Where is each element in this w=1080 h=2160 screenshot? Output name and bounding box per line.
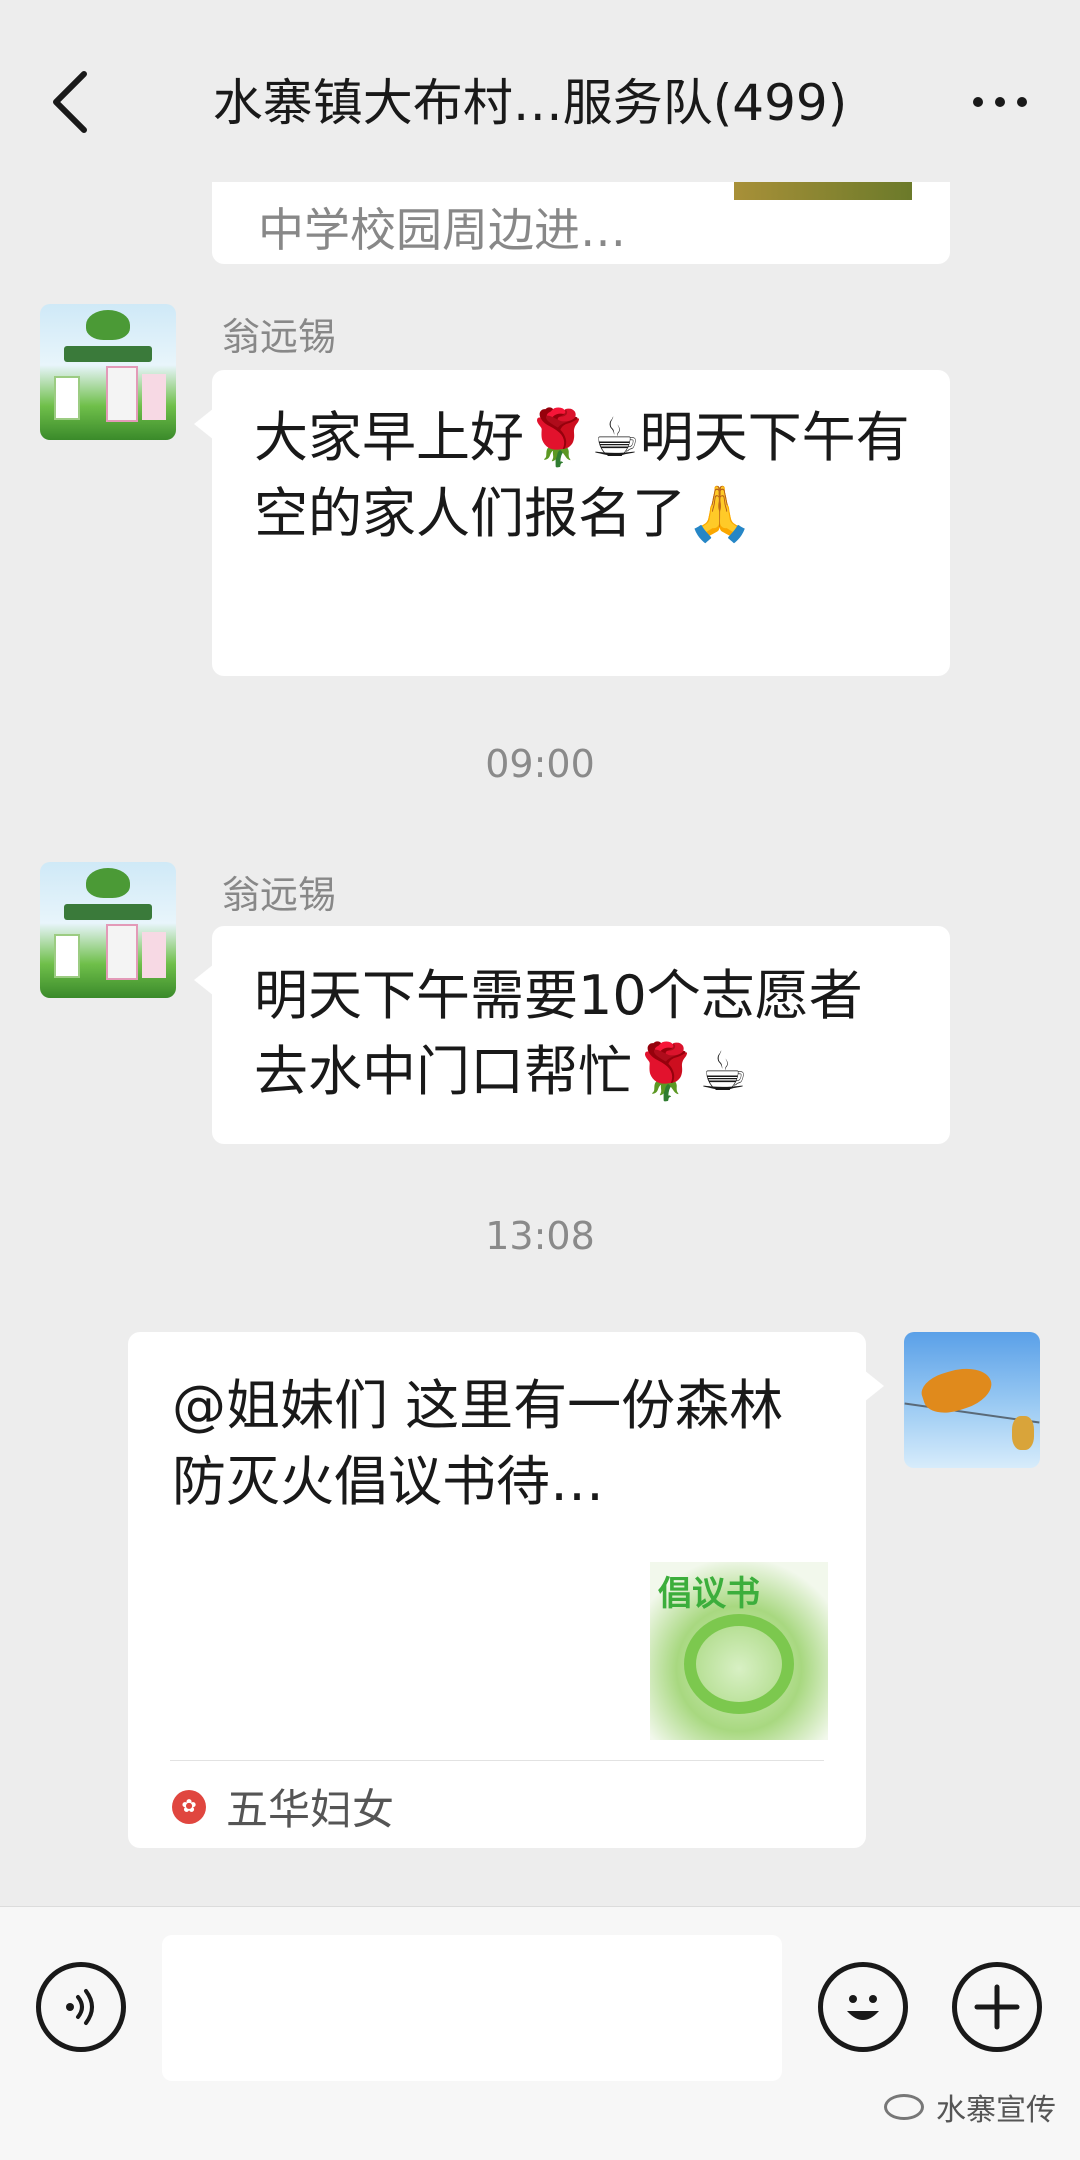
timestamp: 13:08 (485, 1214, 595, 1258)
partial-link-card[interactable]: 中学校园周边进… (212, 182, 950, 264)
emoji-icon (847, 1995, 879, 2020)
voice-button[interactable] (36, 1962, 126, 2052)
source-name: 五华妇女 (226, 1785, 395, 1834)
link-card-source: ✿ 五华妇女 (172, 1776, 394, 1837)
avatar[interactable] (40, 862, 176, 998)
add-button[interactable] (952, 1962, 1042, 2052)
back-button[interactable] (40, 64, 100, 140)
plus-icon (974, 1984, 1020, 2030)
header-bar: 水寨镇大布村…服务队(499) (0, 12, 1080, 182)
partial-card-thumb (734, 182, 912, 200)
more-dots-icon (973, 97, 983, 107)
message-list[interactable]: 中学校园周边进… 翁远锡 大家早上好🌹☕明天下午有空的家人们报名了🙏 09:00… (0, 182, 1080, 1906)
message-input[interactable] (162, 1935, 782, 2081)
timestamp: 09:00 (485, 742, 595, 786)
message-bubble[interactable]: 大家早上好🌹☕明天下午有空的家人们报名了🙏 (194, 370, 950, 676)
partial-card-text: 中学校园周边进… (258, 203, 626, 257)
message-text: 大家早上好🌹☕明天下午有空的家人们报名了🙏 (254, 406, 910, 545)
link-card-title: @姐妹们 这里有一份森林防灭火倡议书待… (172, 1374, 784, 1513)
voice-icon (66, 1989, 94, 2025)
more-button[interactable] (960, 72, 1040, 132)
link-card[interactable]: @姐妹们 这里有一份森林防灭火倡议书待… 倡议书 ✿ 五华妇女 (128, 1332, 884, 1848)
chevron-left-icon (53, 71, 87, 133)
watermark: 水寨宣传 (884, 2085, 1056, 2129)
avatar[interactable] (40, 304, 176, 440)
sender-name: 翁远锡 (222, 873, 337, 917)
chat-title: 水寨镇大布村…服务队(499) (212, 74, 848, 132)
status-bar (0, 0, 1080, 12)
thumbnail-title: 倡议书 (658, 1574, 760, 1614)
message-bubble[interactable]: 明天下午需要10个志愿者去水中门口帮忙🌹☕ (194, 926, 950, 1144)
wechat-logo-icon (884, 2094, 924, 2120)
message-text: 明天下午需要10个志愿者去水中门口帮忙🌹☕ (254, 964, 863, 1103)
emoji-button[interactable] (818, 1962, 908, 2052)
watermark-text: 水寨宣传 (936, 2093, 1056, 2128)
my-avatar[interactable] (904, 1332, 1040, 1468)
source-logo-icon: ✿ (172, 1789, 206, 1824)
input-bar: 水寨宣传 (0, 1906, 1080, 2160)
sender-name: 翁远锡 (222, 315, 337, 359)
link-card-thumbnail: 倡议书 (650, 1562, 828, 1740)
card-divider (170, 1760, 824, 1761)
